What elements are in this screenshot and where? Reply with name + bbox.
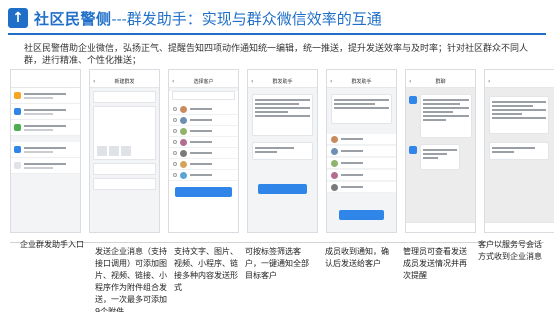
list-item[interactable] <box>11 104 80 120</box>
screen-service-account: ‹ <box>484 69 554 233</box>
group-assistant-entry[interactable] <box>11 142 80 158</box>
contact-row[interactable] <box>169 159 238 170</box>
caption-entry: 企业群发助手入口 <box>20 240 84 249</box>
back-icon[interactable]: ‹ <box>93 78 95 85</box>
caption-tag-filter: 可按标签筛选客户，一键通知全部目标客户 <box>245 247 309 280</box>
screen-nav: 群发助手 <box>351 79 372 85</box>
back-icon[interactable]: ‹ <box>330 78 332 85</box>
screenshot-row: ‹ 新建群发 ‹ 选择客户 ‹ 群发助手 ‹ 群发助手 ‹ 群聊 ‹ <box>10 69 554 233</box>
notice-card[interactable] <box>331 94 392 124</box>
police-logo-icon: ↑ <box>8 8 28 28</box>
member-row <box>327 146 396 157</box>
chat-input-bar[interactable] <box>406 222 475 232</box>
back-icon[interactable]: ‹ <box>172 78 174 85</box>
contact-row[interactable] <box>169 115 238 126</box>
screen-nav: 选择客户 <box>193 79 214 85</box>
screen-select-customer: ‹ 选择客户 <box>168 69 239 233</box>
member-row <box>327 170 396 181</box>
screen-chat: ‹ 群聊 <box>405 69 476 233</box>
intro-text: 社区民警借助企业微信，弘扬正气、提醒告知四项动作通知统一编辑，统一推送，提升发送… <box>24 44 529 66</box>
caption-formats: 支持文字、图片、视频、小程序、链接多种内容发送形式 <box>174 247 238 292</box>
member-row <box>327 158 396 169</box>
list-item[interactable] <box>11 88 80 104</box>
back-icon[interactable]: ‹ <box>488 78 490 85</box>
caption-member-confirm: 成员收到通知，确认后发送给客户 <box>325 247 389 268</box>
attachment-thumb[interactable] <box>97 146 107 156</box>
avatar <box>409 96 417 104</box>
list-item[interactable] <box>11 158 80 174</box>
page-subtitle: ---群发助手：实现与群众微信效率的互通 <box>111 9 382 28</box>
attachment-thumb[interactable] <box>109 146 119 156</box>
attachment-field[interactable] <box>93 163 156 175</box>
send-button[interactable] <box>258 184 307 194</box>
contact-row[interactable] <box>169 126 238 137</box>
caption-compose: 发送企业消息（支持接口调用）可添加图片、视频、链接、小程序作为附件组合发送，一次… <box>95 247 167 312</box>
list-item[interactable] <box>11 120 80 136</box>
caption-divider <box>10 242 544 243</box>
screen-compose: ‹ 新建群发 <box>89 69 160 233</box>
screen-confirm: ‹ 群发助手 <box>247 69 318 233</box>
screen-nav: 群聊 <box>435 79 446 85</box>
screen-nav: 群发助手 <box>272 79 293 85</box>
add-attachment-icon[interactable] <box>121 146 131 156</box>
chat-message[interactable] <box>420 94 472 138</box>
title-underline <box>8 33 546 35</box>
page-header: ↑ 社区民警侧 ---群发助手：实现与群众微信效率的互通 <box>8 6 382 30</box>
contact-row[interactable] <box>169 170 238 181</box>
service-message[interactable] <box>489 96 549 134</box>
member-row <box>327 182 396 193</box>
remind-button[interactable] <box>339 210 384 220</box>
caption-customer: 客户以服务号会话方式收到企业消息 <box>478 240 542 261</box>
confirm-button[interactable] <box>175 187 232 197</box>
screen-nav: 新建群发 <box>114 79 135 85</box>
chat-input-bar[interactable] <box>485 222 554 232</box>
contact-row[interactable] <box>169 137 238 148</box>
screen-notice: ‹ 群发助手 <box>326 69 397 233</box>
schedule-field[interactable] <box>93 178 156 190</box>
message-preview <box>252 94 313 136</box>
avatar <box>409 146 417 154</box>
contact-row[interactable] <box>169 148 238 159</box>
contact-row[interactable] <box>169 104 238 115</box>
attachment-preview <box>252 142 313 160</box>
message-input[interactable] <box>93 106 156 160</box>
back-icon[interactable]: ‹ <box>409 78 411 85</box>
member-row <box>327 134 396 145</box>
recipient-field[interactable] <box>93 91 156 103</box>
service-message[interactable] <box>489 142 549 160</box>
back-icon[interactable]: ‹ <box>251 78 253 85</box>
chat-message[interactable] <box>420 144 460 170</box>
screen-nav <box>11 76 80 88</box>
page-title: 社区民警侧 <box>34 9 112 28</box>
caption-admin-view: 管理员可查看发送成员发送情况并再次提醒 <box>403 247 467 280</box>
search-input[interactable] <box>172 91 235 100</box>
screen-home <box>10 69 81 233</box>
